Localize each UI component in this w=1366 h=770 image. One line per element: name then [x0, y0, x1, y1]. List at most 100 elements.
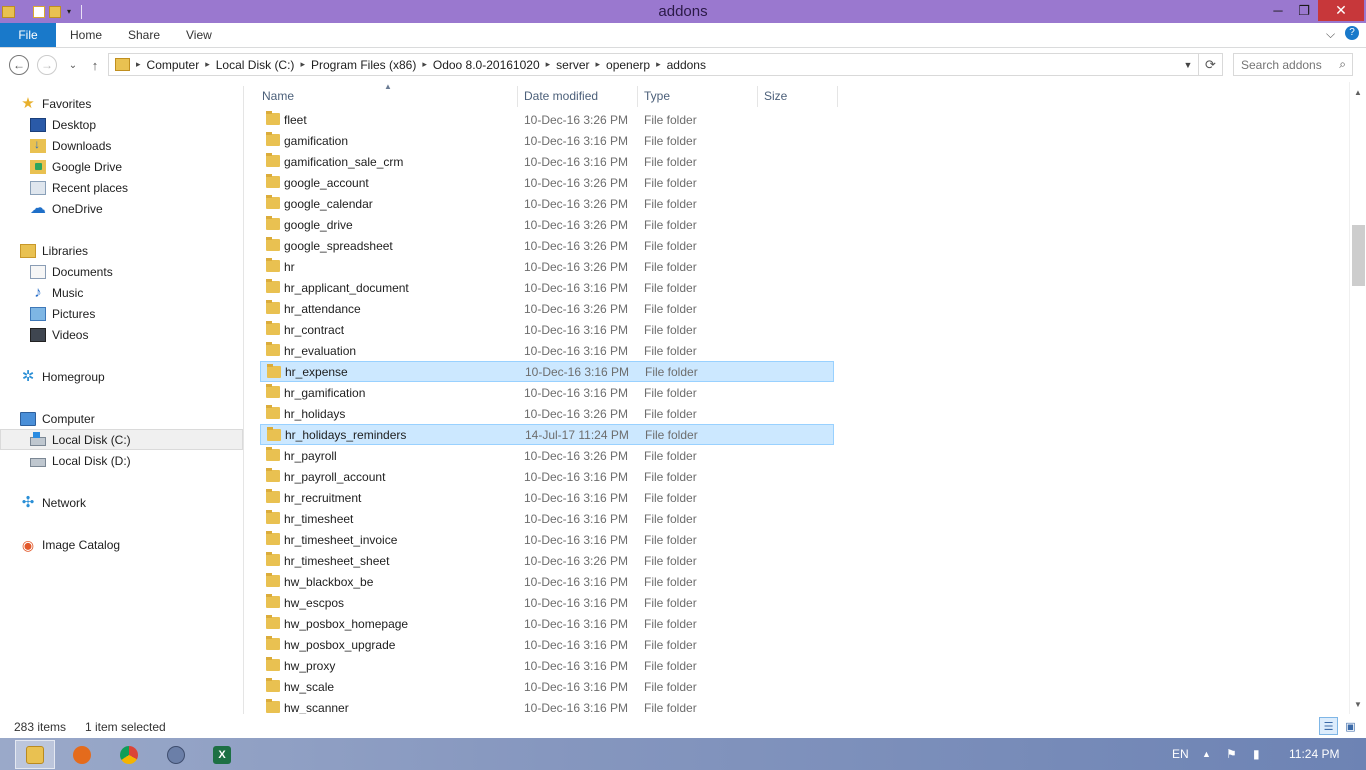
taskbar-app[interactable] — [156, 740, 196, 769]
search-box[interactable]: ⌕ — [1233, 53, 1353, 76]
breadcrumb-program-files[interactable]: Program Files (x86) — [307, 58, 420, 72]
sidebar-image-catalog[interactable]: ◉ Image Catalog — [0, 534, 243, 555]
file-row[interactable]: hr_attendance 10-Dec-16 3:26 PM File folde… — [260, 298, 834, 319]
search-input[interactable] — [1234, 54, 1330, 75]
close-button[interactable]: ✕ — [1318, 0, 1364, 21]
recent-locations-button[interactable]: ⌄ — [62, 54, 84, 76]
chevron-right-icon[interactable]: ▸ — [298, 59, 307, 70]
taskbar-excel[interactable]: X — [202, 740, 242, 769]
file-row[interactable]: hr_contract 10-Dec-16 3:16 PM File folder — [260, 319, 834, 340]
sidebar-item-recent-places[interactable]: Recent places — [0, 177, 243, 198]
action-center-flag-icon[interactable]: ⚑ — [1226, 738, 1237, 770]
sidebar-favorites[interactable]: ★ Favorites — [0, 93, 243, 114]
help-icon[interactable]: ? — [1345, 26, 1359, 40]
breadcrumb-local-disk-c[interactable]: Local Disk (C:) — [212, 58, 299, 72]
sidebar-item-downloads[interactable]: Downloads — [0, 135, 243, 156]
restore-button[interactable]: ❐ — [1289, 0, 1319, 21]
sidebar-item-music[interactable]: ♪ Music — [0, 282, 243, 303]
sidebar-item-desktop[interactable]: Desktop — [0, 114, 243, 135]
sidebar-network[interactable]: ✣ Network — [0, 492, 243, 513]
sidebar-item-google-drive[interactable]: Google Drive — [0, 156, 243, 177]
breadcrumb-odoo[interactable]: Odoo 8.0-20161020 — [429, 58, 544, 72]
file-row[interactable]: hw_proxy 10-Dec-16 3:16 PM File folder — [260, 655, 834, 676]
file-row[interactable]: hw_blackbox_be 10-Dec-16 3:16 PM File fold… — [260, 571, 834, 592]
breadcrumb-addons[interactable]: addons — [663, 58, 710, 72]
taskbar-firefox[interactable] — [62, 740, 102, 769]
forward-button[interactable]: → — [37, 55, 57, 75]
sidebar-label: Libraries — [42, 243, 89, 258]
file-row[interactable]: hr_timesheet 10-Dec-16 3:16 PM File folder — [260, 508, 834, 529]
battery-icon[interactable]: ▮ — [1253, 738, 1260, 770]
search-icon[interactable]: ⌕ — [1339, 57, 1346, 72]
file-row[interactable]: hw_escpos 10-Dec-16 3:16 PM File folder — [260, 592, 834, 613]
file-row[interactable]: hw_scanner 10-Dec-16 3:16 PM File folder — [260, 697, 834, 714]
up-button[interactable]: ↑ — [84, 54, 106, 76]
file-row[interactable]: hr_payroll_account 10-Dec-16 3:16 PM File … — [260, 466, 834, 487]
sidebar-item-pictures[interactable]: Pictures — [0, 303, 243, 324]
file-row[interactable]: hw_posbox_homepage 10-Dec-16 3:16 PM File … — [260, 613, 834, 634]
column-date-modified[interactable]: Date modified — [518, 86, 638, 107]
file-row[interactable]: hr_gamification 10-Dec-16 3:16 PM File fol… — [260, 382, 834, 403]
scroll-up-icon[interactable]: ▲ — [1350, 84, 1366, 100]
chevron-down-icon[interactable]: ▼ — [1180, 54, 1196, 75]
file-row[interactable]: hr_recruitment 10-Dec-16 3:16 PM File fold… — [260, 487, 834, 508]
file-row[interactable]: hr 10-Dec-16 3:26 PM File folder — [260, 256, 834, 277]
sidebar-libraries[interactable]: Libraries — [0, 240, 243, 261]
file-row[interactable]: fleet 10-Dec-16 3:26 PM File folder — [260, 109, 834, 130]
file-row[interactable]: hr_timesheet_sheet 10-Dec-16 3:26 PM File … — [260, 550, 834, 571]
chevron-right-icon[interactable]: ▸ — [203, 59, 212, 70]
tab-home[interactable]: Home — [56, 23, 116, 47]
breadcrumb-server[interactable]: server — [552, 58, 593, 72]
file-row[interactable]: google_calendar 10-Dec-16 3:26 PM File fol… — [260, 193, 834, 214]
back-button[interactable]: ← — [9, 55, 29, 75]
expand-ribbon-icon[interactable]: ⌵ — [1326, 27, 1335, 42]
file-row[interactable]: hr_evaluation 10-Dec-16 3:16 PM File folde… — [260, 340, 834, 361]
vertical-scrollbar[interactable]: ▲ ▼ — [1349, 82, 1366, 714]
sidebar-item-onedrive[interactable]: ☁ OneDrive — [0, 198, 243, 219]
file-row[interactable]: hr_expense 10-Dec-16 3:16 PM File folder — [260, 361, 834, 382]
clock[interactable]: 11:24 PM — [1289, 738, 1339, 770]
chevron-right-icon[interactable]: ▸ — [654, 59, 663, 70]
scroll-thumb[interactable] — [1352, 225, 1365, 286]
tab-file[interactable]: File — [0, 23, 56, 47]
column-headers: Name ▲ Date modified Type Size — [244, 82, 844, 107]
details-view-icon[interactable]: ☰ — [1319, 717, 1338, 735]
breadcrumb-computer[interactable]: Computer — [143, 58, 204, 72]
taskbar-chrome[interactable] — [109, 740, 149, 769]
scroll-down-icon[interactable]: ▼ — [1350, 696, 1366, 712]
taskbar-file-explorer[interactable] — [15, 740, 55, 769]
file-row[interactable]: hw_scale 10-Dec-16 3:16 PM File folder — [260, 676, 834, 697]
chevron-right-icon[interactable]: ▸ — [594, 59, 603, 70]
show-hidden-icons-icon[interactable]: ▲ — [1202, 738, 1211, 770]
sidebar-item-local-disk-c[interactable]: Local Disk (C:) — [0, 429, 243, 450]
address-bar[interactable]: ▸ Computer ▸ Local Disk (C:) ▸ Program F… — [108, 53, 1223, 76]
file-row[interactable]: hr_holidays_reminders 14-Jul-17 11:24 PM F… — [260, 424, 834, 445]
refresh-icon[interactable]: ⟳ — [1198, 54, 1222, 75]
language-indicator[interactable]: EN — [1172, 738, 1189, 770]
sidebar-item-videos[interactable]: Videos — [0, 324, 243, 345]
file-row[interactable]: gamification_sale_crm 10-Dec-16 3:16 PM Fi… — [260, 151, 834, 172]
sidebar-computer[interactable]: Computer — [0, 408, 243, 429]
file-row[interactable]: gamification 10-Dec-16 3:16 PM File folder — [260, 130, 834, 151]
sidebar-item-documents[interactable]: Documents — [0, 261, 243, 282]
folder-icon — [266, 153, 280, 167]
sidebar-homegroup[interactable]: ✲ Homegroup — [0, 366, 243, 387]
chevron-right-icon[interactable]: ▸ — [544, 59, 553, 70]
chevron-right-icon[interactable]: ▸ — [134, 59, 143, 70]
large-icons-view-icon[interactable]: ▣ — [1341, 717, 1360, 735]
file-row[interactable]: google_account 10-Dec-16 3:26 PM File fold… — [260, 172, 834, 193]
file-row[interactable]: google_spreadsheet 10-Dec-16 3:26 PM File … — [260, 235, 834, 256]
breadcrumb-openerp[interactable]: openerp — [602, 58, 654, 72]
file-row[interactable]: hr_payroll 10-Dec-16 3:26 PM File folder — [260, 445, 834, 466]
file-row[interactable]: hr_holidays 10-Dec-16 3:26 PM File folder — [260, 403, 834, 424]
tab-share[interactable]: Share — [114, 23, 174, 47]
tab-view[interactable]: View — [172, 23, 226, 47]
file-row[interactable]: hw_posbox_upgrade 10-Dec-16 3:16 PM File f… — [260, 634, 834, 655]
file-row[interactable]: google_drive 10-Dec-16 3:26 PM File folder — [260, 214, 834, 235]
column-size[interactable]: Size — [758, 86, 838, 107]
sidebar-item-local-disk-d[interactable]: Local Disk (D:) — [0, 450, 243, 471]
column-type[interactable]: Type — [638, 86, 758, 107]
chevron-right-icon[interactable]: ▸ — [420, 59, 429, 70]
file-row[interactable]: hr_applicant_document 10-Dec-16 3:16 PM Fi… — [260, 277, 834, 298]
file-row[interactable]: hr_timesheet_invoice 10-Dec-16 3:16 PM Fil… — [260, 529, 834, 550]
